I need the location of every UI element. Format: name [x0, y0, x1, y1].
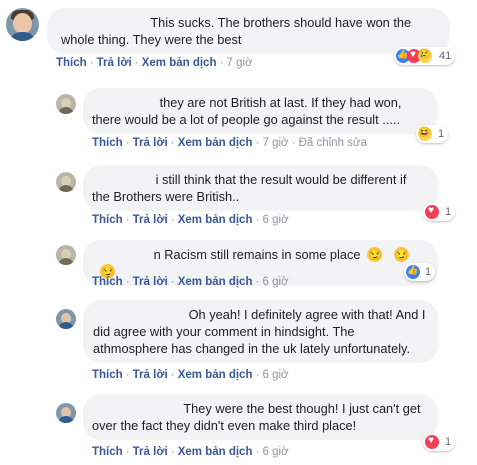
smirk-emoji	[393, 247, 409, 264]
love-icon	[425, 435, 439, 449]
comment-bubble: This sucks. The brothers should have won…	[47, 8, 450, 54]
avatar[interactable]	[56, 245, 76, 265]
reaction-summary[interactable]: 41	[394, 47, 456, 65]
reaction-count: 1	[438, 128, 445, 140]
comment-actions: Thích · Trả lời · Xem bản dịch · 7 giờ · Đã chỉn…	[92, 135, 368, 149]
translate-button[interactable]: Xem bản dịch	[142, 57, 217, 69]
comment-bubble: Oh yeah! I definitely agree with that! A…	[83, 300, 438, 363]
reaction-count: 1	[425, 266, 432, 278]
comment-actions: Thích · Trả lời · Xem bản dịch · 6 giờ	[92, 274, 289, 288]
translate-button[interactable]: Xem bản dịch	[178, 446, 253, 458]
like-button[interactable]: Thích	[92, 446, 123, 458]
timestamp[interactable]: 6 giờ	[262, 446, 288, 458]
sad-icon	[418, 49, 432, 63]
timestamp[interactable]: 6 giờ	[262, 276, 288, 288]
comment-bubble: i still think that the result would be d…	[83, 165, 438, 211]
reaction-count: 1	[445, 436, 452, 448]
like-button[interactable]: Thích	[92, 276, 123, 288]
comment-actions: Thích · Trả lời · Xem bản dịch · 7 giờ	[56, 55, 253, 69]
like-icon	[406, 265, 420, 279]
reaction-summary[interactable]: 1	[404, 263, 436, 281]
like-button[interactable]: Thích	[56, 57, 87, 69]
translate-button[interactable]: Xem bản dịch	[178, 369, 253, 381]
avatar[interactable]	[56, 172, 76, 192]
reaction-summary[interactable]: 1	[423, 433, 456, 451]
reply-button[interactable]: Trả lời	[133, 369, 168, 381]
love-icon	[425, 205, 439, 219]
avatar[interactable]	[56, 403, 76, 423]
reply-button[interactable]: Trả lời	[133, 276, 168, 288]
comment-bubble: They were the best though! I just can't …	[83, 394, 438, 440]
reply-button[interactable]: Trả lời	[133, 137, 168, 149]
reply-button[interactable]: Trả lời	[133, 214, 168, 226]
timestamp[interactable]: 7 giờ	[262, 137, 288, 149]
smirk-emoji	[367, 247, 383, 264]
reaction-count: 41	[439, 50, 452, 62]
comment-actions: Thích · Trả lời · Xem bản dịch · 6 giờ	[92, 367, 289, 381]
haha-icon	[418, 127, 432, 141]
reaction-summary[interactable]: 1	[423, 203, 456, 221]
reaction-count: 1	[445, 206, 452, 218]
comment-text: n Racism still remains in some place	[153, 247, 361, 262]
comment-bubble: they are not British at last. If they ha…	[83, 88, 438, 134]
reply-button[interactable]: Trả lời	[97, 57, 132, 69]
like-button[interactable]: Thích	[92, 369, 123, 381]
avatar[interactable]	[56, 309, 76, 329]
like-button[interactable]: Thích	[92, 137, 123, 149]
translate-button[interactable]: Xem bản dịch	[178, 276, 253, 288]
edited-label[interactable]: Đã chỉnh sửa	[299, 137, 367, 149]
avatar[interactable]	[56, 94, 76, 114]
avatar[interactable]	[6, 8, 39, 41]
reply-button[interactable]: Trả lời	[133, 446, 168, 458]
like-button[interactable]: Thích	[92, 214, 123, 226]
timestamp[interactable]: 7 giờ	[226, 57, 252, 69]
translate-button[interactable]: Xem bản dịch	[178, 214, 253, 226]
reaction-summary[interactable]: 1	[416, 125, 449, 143]
timestamp[interactable]: 6 giờ	[262, 369, 288, 381]
translate-button[interactable]: Xem bản dịch	[178, 137, 253, 149]
timestamp[interactable]: 6 giờ	[262, 214, 288, 226]
comment-actions: Thích · Trả lời · Xem bản dịch · 6 giờ	[92, 444, 289, 458]
comment-actions: Thích · Trả lời · Xem bản dịch · 6 giờ	[92, 212, 289, 226]
